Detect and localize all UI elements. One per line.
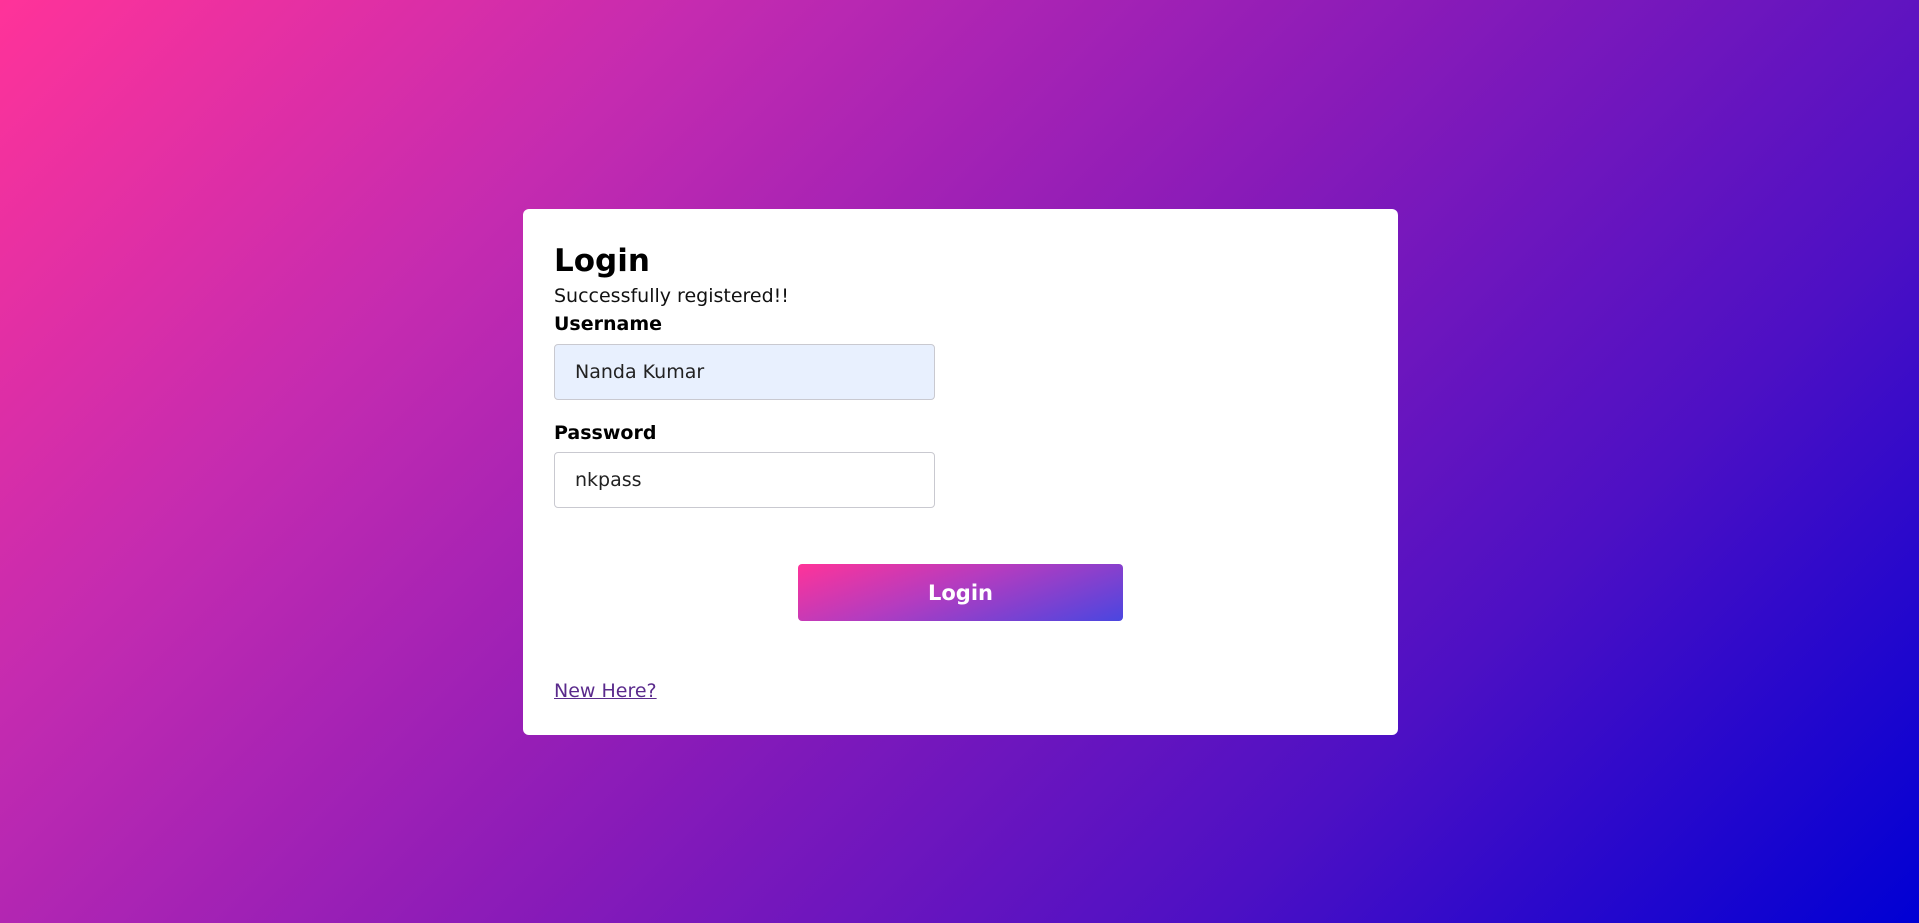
password-input[interactable]	[554, 452, 935, 508]
username-label: Username	[554, 313, 663, 335]
password-label: Password	[554, 422, 657, 444]
login-button[interactable]: Login	[798, 564, 1123, 621]
login-card: Login Successfully registered!! Username…	[523, 209, 1398, 735]
success-message: Successfully registered!!	[554, 285, 789, 307]
username-input[interactable]	[554, 344, 935, 400]
page-title: Login	[554, 243, 650, 279]
register-link[interactable]: New Here?	[554, 680, 657, 702]
